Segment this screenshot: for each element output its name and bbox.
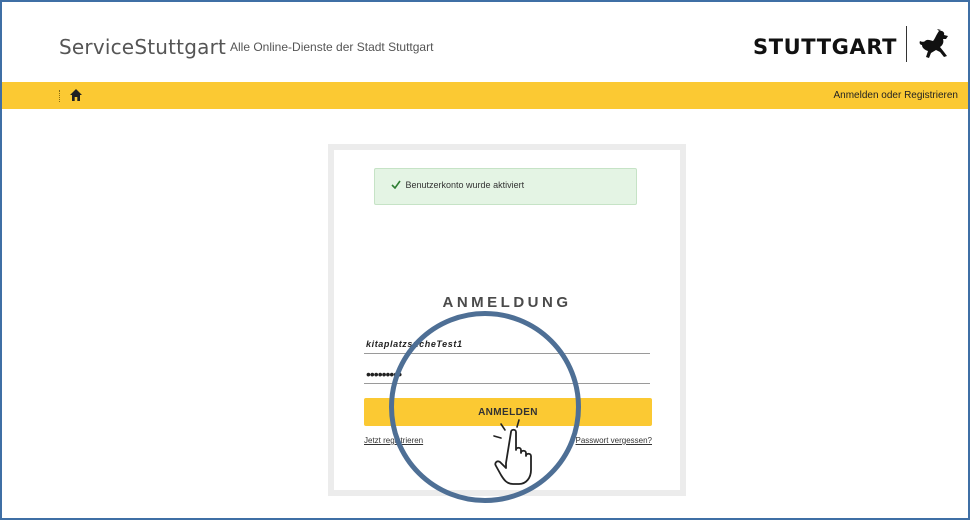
login-card: Benutzerkonto wurde aktiviert ANMELDUNG …: [328, 144, 686, 496]
alert-text: Benutzerkonto wurde aktiviert: [405, 180, 525, 190]
forgot-password-link[interactable]: Passwort vergessen?: [576, 436, 652, 445]
nav-bar: Anmelden oder Registrieren: [2, 82, 968, 109]
nav-divider: [59, 90, 60, 102]
logo-divider: [906, 26, 907, 62]
login-heading: ANMELDUNG: [442, 294, 572, 311]
success-alert: Benutzerkonto wurde aktiviert: [374, 168, 637, 205]
username-input[interactable]: [364, 334, 650, 354]
home-icon[interactable]: [69, 88, 83, 102]
stuttgart-horse-icon[interactable]: [917, 29, 953, 61]
login-submit-button[interactable]: ANMELDEN: [364, 398, 652, 426]
brand-title[interactable]: ServiceStuttgart: [59, 35, 226, 59]
brand-tagline: Alle Online-Dienste der Stadt Stuttgart: [230, 40, 434, 54]
register-link[interactable]: Jetzt registrieren: [364, 436, 423, 445]
site-header: ServiceStuttgart Alle Online-Dienste der…: [2, 2, 968, 82]
login-register-link[interactable]: Anmelden oder Registrieren: [833, 90, 958, 101]
stuttgart-logo-text[interactable]: STUTTGART: [753, 35, 897, 59]
password-input[interactable]: [364, 364, 650, 384]
browser-frame: ServiceStuttgart Alle Online-Dienste der…: [0, 0, 970, 520]
check-icon: [391, 180, 401, 189]
